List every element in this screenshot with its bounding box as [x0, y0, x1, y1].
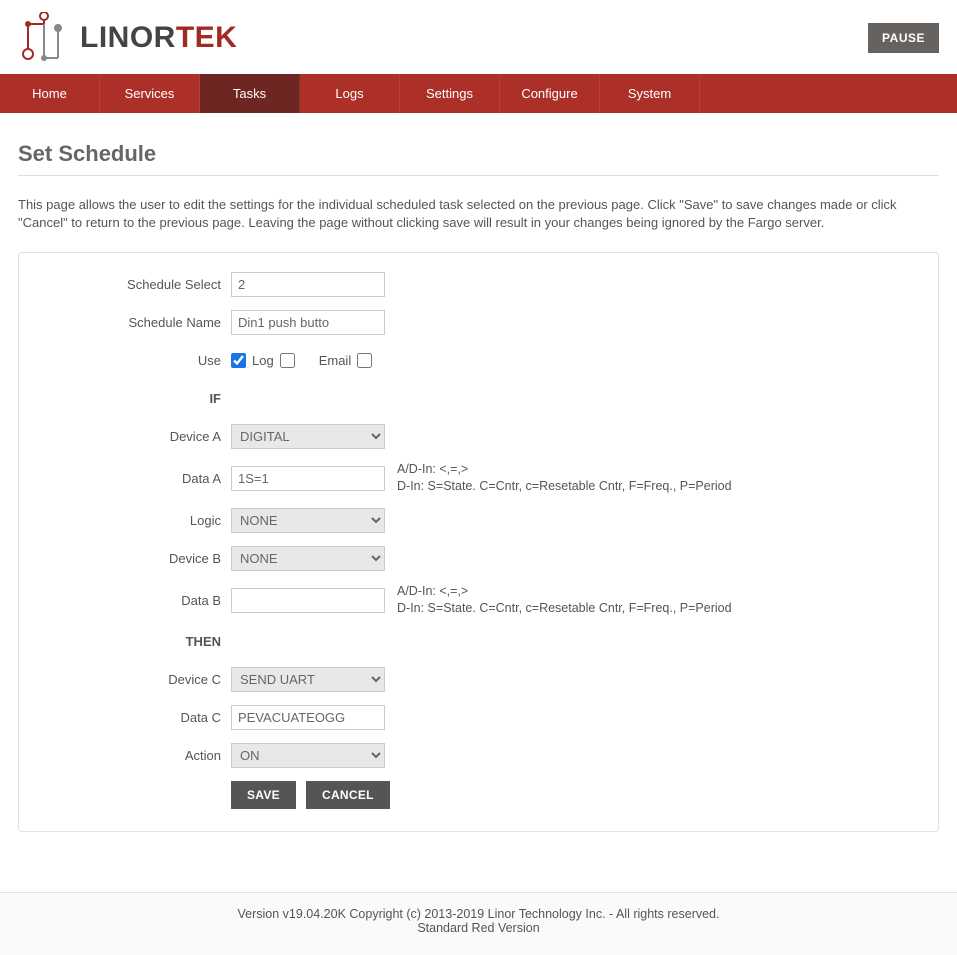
- log-label: Log: [252, 353, 274, 368]
- logic-select[interactable]: NONE: [231, 508, 385, 533]
- data-a-input[interactable]: [231, 466, 385, 491]
- schedule-select-label: Schedule Select: [41, 277, 231, 292]
- cancel-button[interactable]: CANCEL: [306, 781, 390, 809]
- brand-suffix: TEK: [176, 21, 238, 54]
- data-c-label: Data C: [41, 710, 231, 725]
- footer-line1: Version v19.04.20K Copyright (c) 2013-20…: [0, 907, 957, 921]
- device-b-label: Device B: [41, 551, 231, 566]
- nav-logs[interactable]: Logs: [300, 74, 400, 113]
- title-divider: [18, 175, 939, 176]
- logo: LINORTEK: [18, 12, 237, 64]
- nav-services[interactable]: Services: [100, 74, 200, 113]
- footer: Version v19.04.20K Copyright (c) 2013-20…: [0, 892, 957, 955]
- if-heading: IF: [41, 391, 231, 406]
- data-c-input[interactable]: [231, 705, 385, 730]
- header: LINORTEK PAUSE: [18, 0, 939, 74]
- schedule-name-input[interactable]: [231, 310, 385, 335]
- data-a-label: Data A: [41, 471, 231, 486]
- pause-button[interactable]: PAUSE: [868, 23, 939, 53]
- email-checkbox[interactable]: [357, 353, 372, 368]
- main-nav: Home Services Tasks Logs Settings Config…: [0, 74, 957, 113]
- action-label: Action: [41, 748, 231, 763]
- nav-system[interactable]: System: [600, 74, 700, 113]
- nav-configure[interactable]: Configure: [500, 74, 600, 113]
- nav-tasks[interactable]: Tasks: [200, 74, 300, 113]
- schedule-name-label: Schedule Name: [41, 315, 231, 330]
- page-intro: This page allows the user to edit the se…: [18, 196, 939, 232]
- brand-prefix: LINOR: [80, 21, 176, 54]
- use-checkbox[interactable]: [231, 353, 246, 368]
- save-button[interactable]: SAVE: [231, 781, 296, 809]
- data-b-input[interactable]: [231, 588, 385, 613]
- email-label: Email: [319, 353, 352, 368]
- nav-settings[interactable]: Settings: [400, 74, 500, 113]
- then-heading: THEN: [41, 634, 231, 649]
- use-label: Use: [41, 353, 231, 368]
- device-a-select[interactable]: DIGITAL: [231, 424, 385, 449]
- action-select[interactable]: ON: [231, 743, 385, 768]
- device-c-select[interactable]: SEND UART: [231, 667, 385, 692]
- brand-icon: [18, 12, 72, 64]
- data-b-label: Data B: [41, 593, 231, 608]
- schedule-select-input[interactable]: [231, 272, 385, 297]
- device-b-select[interactable]: NONE: [231, 546, 385, 571]
- schedule-form: Schedule Select Schedule Name Use Log Em…: [18, 252, 939, 832]
- device-c-label: Device C: [41, 672, 231, 687]
- footer-line2: Standard Red Version: [0, 921, 957, 935]
- device-a-label: Device A: [41, 429, 231, 444]
- data-a-hint: A/D-In: <,=,> D-In: S=State. C=Cntr, c=R…: [397, 461, 732, 495]
- page-title: Set Schedule: [18, 141, 939, 167]
- nav-home[interactable]: Home: [0, 74, 100, 113]
- log-checkbox[interactable]: [280, 353, 295, 368]
- brand-text: LINORTEK: [80, 21, 237, 55]
- data-b-hint: A/D-In: <,=,> D-In: S=State. C=Cntr, c=R…: [397, 583, 732, 617]
- logic-label: Logic: [41, 513, 231, 528]
